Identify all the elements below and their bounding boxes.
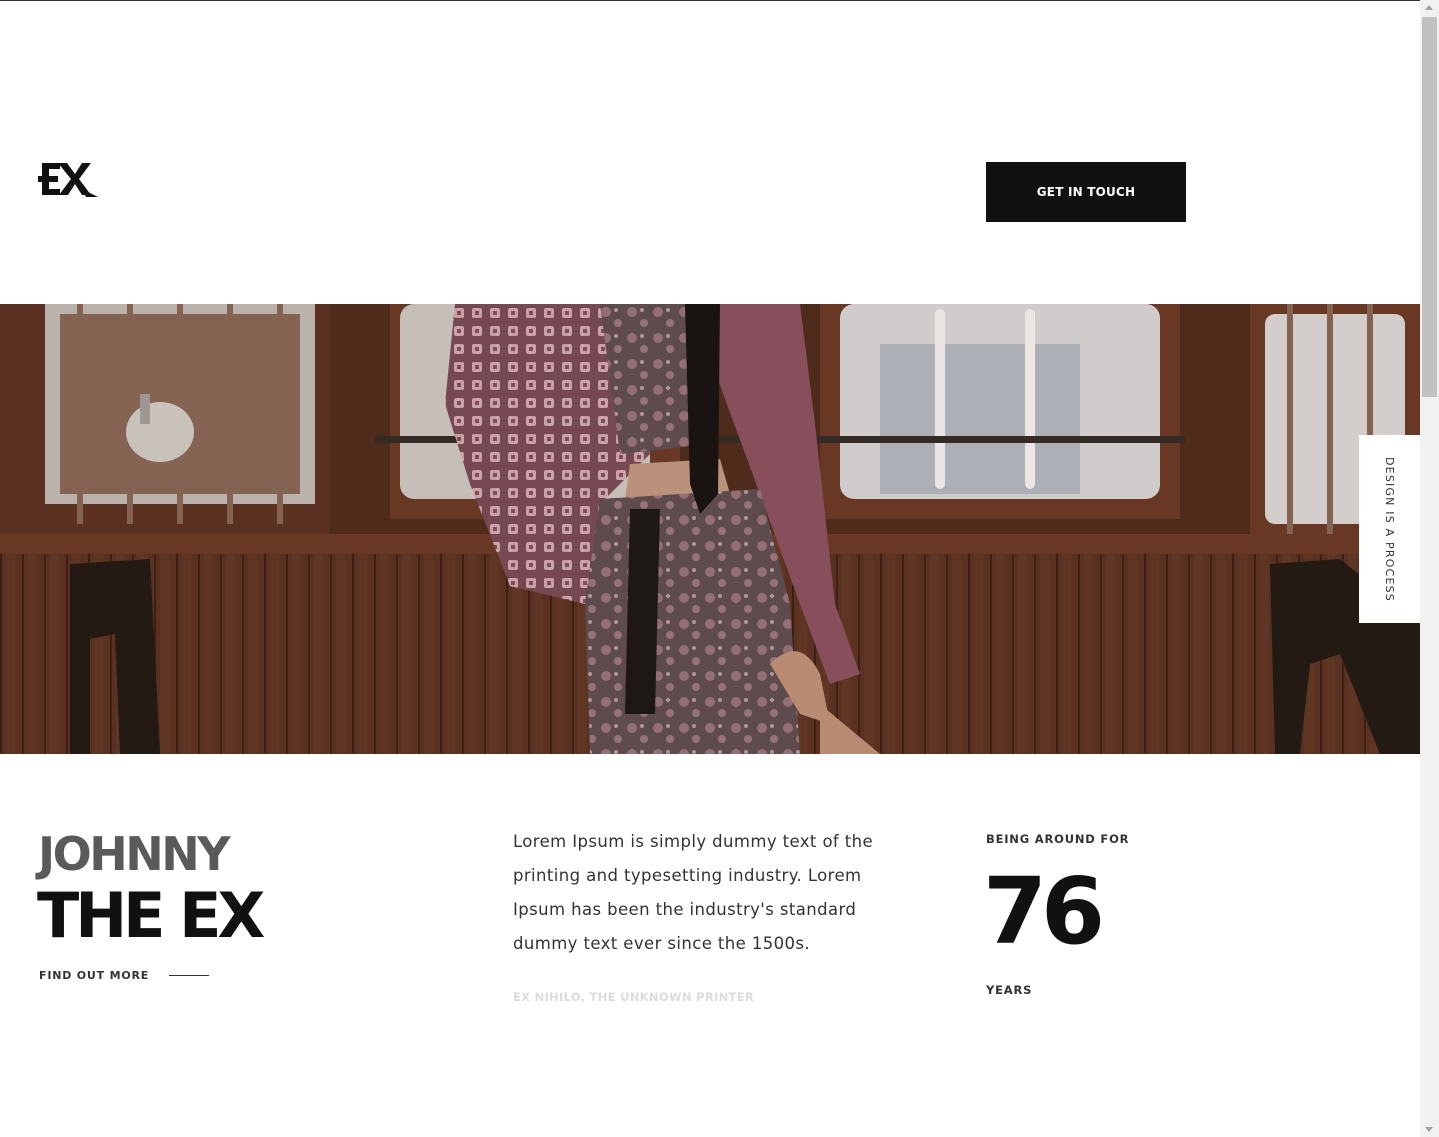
title-line-2: THE EX [37, 879, 265, 952]
quote-text: Lorem Ipsum is simply dummy text of the … [513, 832, 874, 953]
side-tab-label: DESIGN IS A PROCESS [1383, 456, 1396, 602]
get-in-touch-button[interactable]: GET IN TOUCH [986, 162, 1186, 222]
top-border [0, 0, 1439, 1]
design-process-tab[interactable]: DESIGN IS A PROCESS [1359, 435, 1420, 623]
ex-logo-icon [38, 163, 98, 197]
hero-image [0, 304, 1420, 754]
scroll-down-arrow-icon[interactable] [1425, 1127, 1433, 1132]
stats-label-bottom: YEARS [986, 983, 1033, 997]
quote-author: EX NIHILO, THE UNKNOWN PRINTER [513, 990, 755, 1004]
page-scrollbar[interactable] [1420, 0, 1439, 1137]
find-out-more-label: FIND OUT MORE [39, 969, 150, 982]
scrollbar-thumb[interactable] [1422, 17, 1437, 397]
stats-value: 76 [983, 858, 1105, 965]
find-out-more-link[interactable]: FIND OUT MORE [39, 969, 210, 982]
link-line-decoration [169, 975, 210, 976]
ex-logo[interactable] [38, 160, 98, 198]
title-line-1: JOHNNY [38, 827, 231, 881]
scroll-up-arrow-icon[interactable] [1425, 5, 1433, 10]
stats-label-top: BEING AROUND FOR [986, 832, 1130, 846]
